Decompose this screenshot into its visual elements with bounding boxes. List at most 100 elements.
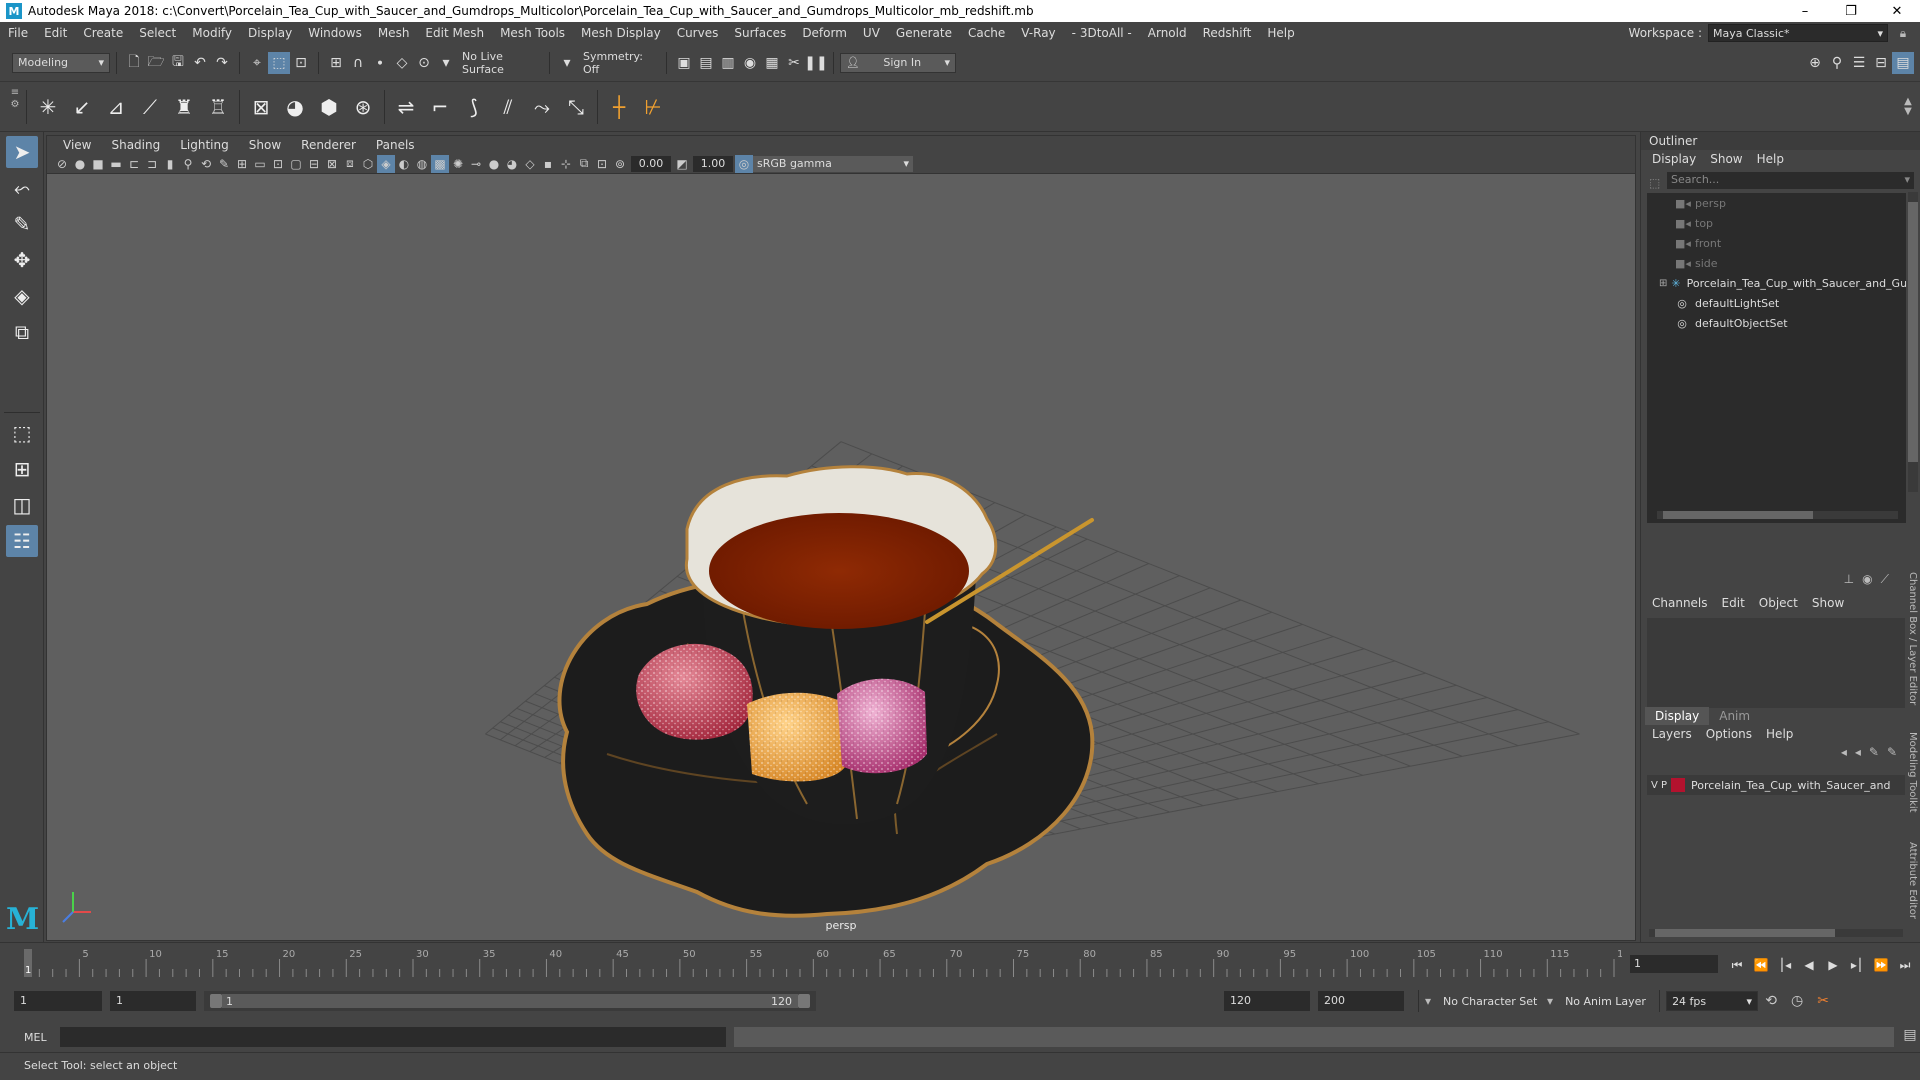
- menu-redshift[interactable]: Redshift: [1195, 26, 1260, 40]
- constraint-aim-icon[interactable]: ⊬: [636, 90, 670, 124]
- new-scene-icon[interactable]: 🗋︎: [123, 52, 145, 74]
- paint-weights-icon[interactable]: ⊛: [346, 90, 380, 124]
- scale-tool-icon[interactable]: ⧉: [6, 316, 38, 348]
- isolate-select-icon[interactable]: ◕: [503, 155, 521, 173]
- render-view-icon[interactable]: ▦: [761, 52, 783, 74]
- interactive-bind-icon[interactable]: ⬢: [312, 90, 346, 124]
- menu-curves[interactable]: Curves: [669, 26, 727, 40]
- rotate-tool-icon[interactable]: ◈: [6, 280, 38, 312]
- select-component-icon[interactable]: ⊡: [290, 52, 312, 74]
- layer-row[interactable]: V P Porcelain_Tea_Cup_with_Saucer_and: [1647, 775, 1905, 795]
- outliner-list[interactable]: ■◂ persp ■◂ top ■◂ front ■◂ side ⊞ ✳ Por…: [1647, 193, 1906, 523]
- outliner-search-input[interactable]: Search... ▾: [1667, 172, 1914, 189]
- new-layer-selected-icon[interactable]: ✎: [1887, 745, 1897, 765]
- layer-menu-layers[interactable]: Layers: [1645, 727, 1699, 741]
- scrollbar-thumb[interactable]: [1908, 202, 1918, 462]
- menu-arnold[interactable]: Arnold: [1140, 26, 1195, 40]
- menu-mesh[interactable]: Mesh: [370, 26, 418, 40]
- step-back-frame-icon[interactable]: ⎮◂: [1774, 958, 1796, 972]
- outliner-layout-icon[interactable]: ☷: [6, 525, 38, 557]
- smooth-skin-icon[interactable]: ◕: [278, 90, 312, 124]
- outliner-item-default-light-set[interactable]: ◎ defaultLightSet: [1647, 293, 1906, 313]
- anti-alias-icon[interactable]: ⊸: [467, 155, 485, 173]
- lock-icon[interactable]: 🔒︎: [1894, 24, 1912, 42]
- new-layer-icon[interactable]: ✎: [1869, 745, 1879, 765]
- shadows-icon[interactable]: ◍: [413, 155, 431, 173]
- save-scene-icon[interactable]: 🖫︎: [167, 52, 189, 74]
- playback-end-field[interactable]: 120: [1224, 991, 1310, 1011]
- edit-icon[interactable]: ⟋: [1881, 572, 1889, 592]
- viewport-menu-lighting[interactable]: Lighting: [170, 138, 239, 152]
- shelf-handle-icon[interactable]: ≡ ⚙: [8, 87, 22, 127]
- gumdrop-orange[interactable]: [747, 692, 847, 782]
- frame-all-icon[interactable]: ⊡: [593, 155, 611, 173]
- menu-windows[interactable]: Windows: [300, 26, 370, 40]
- move-layer-down-icon[interactable]: ◂: [1855, 745, 1861, 765]
- modeling-toolkit-icon[interactable]: ⊕: [1804, 52, 1826, 74]
- menu-edit[interactable]: Edit: [36, 26, 75, 40]
- snap-grid-icon[interactable]: ⊞: [325, 52, 347, 74]
- camera-attributes-icon[interactable]: ●: [71, 155, 89, 173]
- select-object-icon[interactable]: ⬚: [268, 51, 290, 74]
- bind-skin-icon[interactable]: ⊠: [244, 90, 278, 124]
- render-sequence-icon[interactable]: ✂: [783, 52, 805, 74]
- tab-anim[interactable]: Anim: [1709, 707, 1760, 725]
- menu-create[interactable]: Create: [75, 26, 131, 40]
- animation-prefs-icon[interactable]: ✂: [1810, 993, 1836, 1009]
- script-language-label[interactable]: MEL: [24, 1031, 60, 1044]
- default-material-icon[interactable]: ⬡: [359, 155, 377, 173]
- textured-icon[interactable]: ◈: [377, 154, 395, 173]
- command-input[interactable]: [60, 1027, 726, 1047]
- ik-handle-icon[interactable]: ⊿: [99, 90, 133, 124]
- image-plane-icon[interactable]: ▬: [107, 155, 125, 173]
- minimize-button[interactable]: –: [1782, 0, 1828, 22]
- channel-menu-edit[interactable]: Edit: [1715, 596, 1752, 610]
- snap-curve-icon[interactable]: ∩: [347, 52, 369, 74]
- start-time-field[interactable]: 1: [14, 991, 102, 1011]
- outliner-item-side[interactable]: ■◂ side: [1647, 253, 1906, 273]
- film-gate-icon[interactable]: ▮: [161, 155, 179, 173]
- depth-of-field-icon[interactable]: ●: [485, 155, 503, 173]
- exposure-field[interactable]: 0.00: [631, 155, 671, 172]
- wireframe-icon[interactable]: ▢: [287, 155, 305, 173]
- play-forwards-icon[interactable]: ▶: [1822, 958, 1844, 972]
- field-chart-icon[interactable]: ✎: [215, 155, 233, 173]
- layer-menu-options[interactable]: Options: [1699, 727, 1759, 741]
- motion-blur-icon[interactable]: ✺: [449, 155, 467, 173]
- side-tab-modeling-toolkit[interactable]: Modeling Toolkit: [1906, 732, 1918, 813]
- use-all-lights-icon[interactable]: ◐: [395, 155, 413, 173]
- menu-file[interactable]: File: [0, 26, 36, 40]
- go-to-end-icon[interactable]: ⏭: [1894, 958, 1916, 973]
- joint-tool-icon[interactable]: ↙: [65, 90, 99, 124]
- playback-start-field[interactable]: 1: [110, 991, 196, 1011]
- menu-help[interactable]: Help: [1259, 26, 1302, 40]
- bookmark-icon[interactable]: ■: [89, 155, 107, 173]
- layer-hscrollbar[interactable]: [1649, 929, 1903, 937]
- scrollbar-thumb[interactable]: [1663, 511, 1813, 519]
- step-forward-frame-icon[interactable]: ▸⎮: [1846, 958, 1868, 972]
- loop-icon[interactable]: ⟲: [1758, 993, 1784, 1009]
- sign-in-dropdown[interactable]: 👤︎ Sign In ▾: [840, 52, 956, 73]
- snap-live-icon[interactable]: ⊙: [413, 52, 435, 74]
- range-end-handle[interactable]: [798, 994, 810, 1008]
- humanik-icon[interactable]: ♜: [167, 90, 201, 124]
- wire-deformer-icon[interactable]: ⫽: [491, 90, 525, 124]
- grease-pencil-icon[interactable]: ⊐: [143, 155, 161, 173]
- outliner-item-default-object-set[interactable]: ◎ defaultObjectSet: [1647, 313, 1906, 333]
- channel-box-content[interactable]: [1647, 618, 1905, 708]
- tab-display[interactable]: Display: [1645, 707, 1710, 725]
- channel-settings-icon[interactable]: ◉: [1862, 572, 1872, 592]
- menu-generate[interactable]: Generate: [888, 26, 960, 40]
- menu-surfaces[interactable]: Surfaces: [726, 26, 794, 40]
- move-layer-up-icon[interactable]: ◂: [1841, 745, 1847, 765]
- layer-visibility-toggle[interactable]: V P: [1647, 780, 1671, 791]
- shelf-scroll-icon[interactable]: ▲ ▼: [1900, 96, 1916, 117]
- safe-title-icon[interactable]: ⊡: [269, 155, 287, 173]
- go-to-start-icon[interactable]: ⏮: [1726, 958, 1748, 973]
- channel-menu-channels[interactable]: Channels: [1645, 596, 1715, 610]
- snap-view-plane-icon[interactable]: ◇: [391, 52, 413, 74]
- hud-icon[interactable]: ⊹: [557, 155, 575, 173]
- pause-icon[interactable]: ❚❚: [804, 52, 827, 74]
- maximize-button[interactable]: ❐: [1828, 0, 1874, 22]
- menu-edit-mesh[interactable]: Edit Mesh: [417, 26, 492, 40]
